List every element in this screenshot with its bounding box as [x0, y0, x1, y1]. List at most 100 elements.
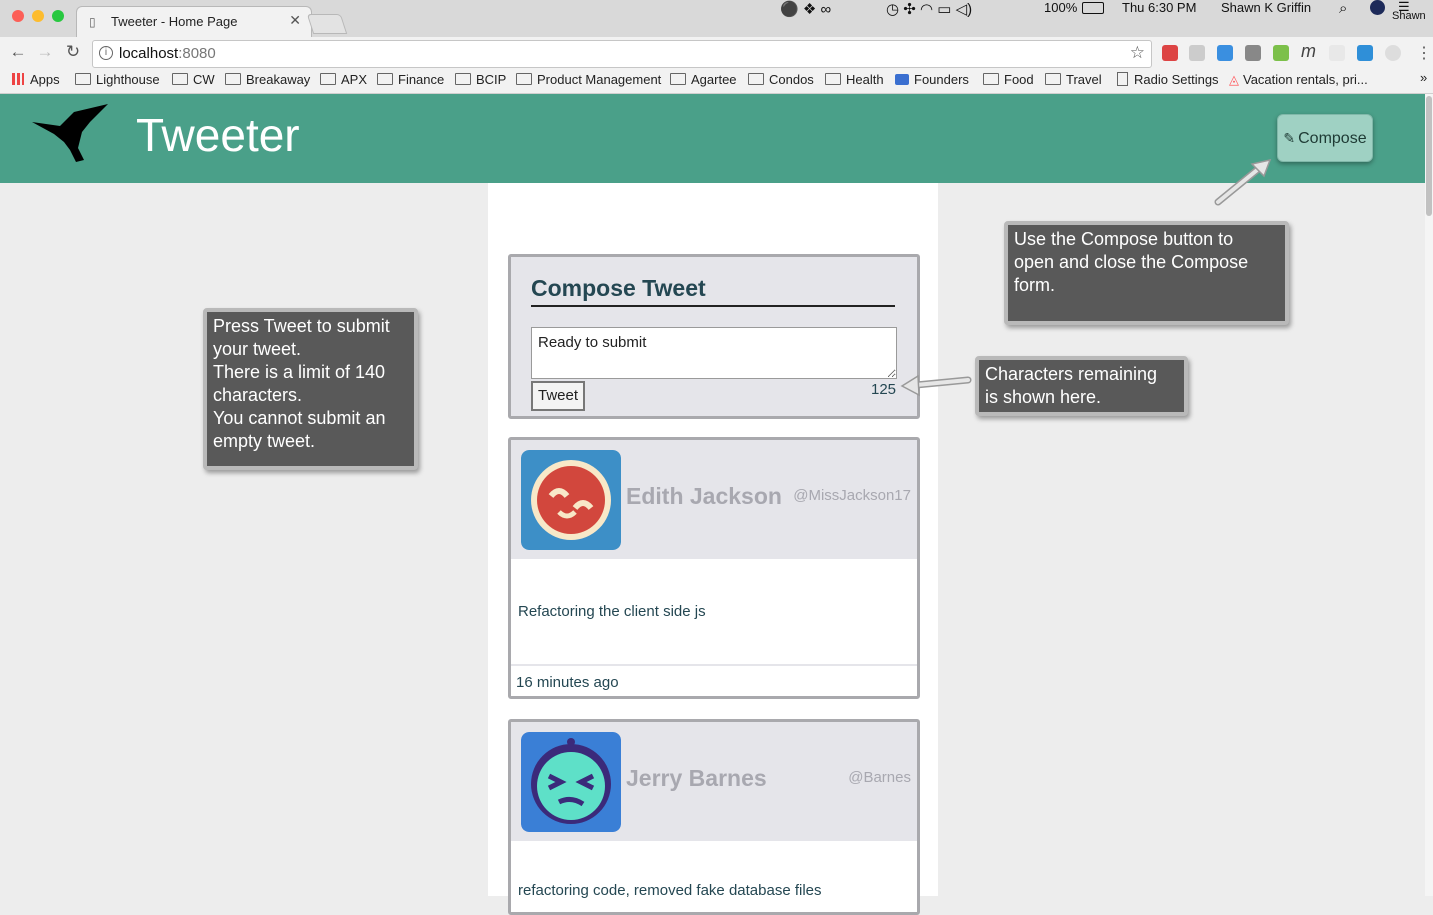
folder-icon	[455, 73, 471, 85]
tweet-text: refactoring code, removed fake database …	[518, 882, 822, 899]
extension-notes-icon[interactable]	[1189, 45, 1205, 61]
counter-pointer-arrow-icon	[900, 374, 972, 397]
bookmark-label: Travel	[1066, 72, 1102, 87]
callout-line: your tweet.	[213, 339, 302, 359]
menubar-user[interactable]: Shawn K Griffin	[1221, 0, 1311, 15]
compose-form: Compose Tweet Ready to submit Tweet 125	[508, 254, 920, 419]
bookmark-label: Breakaway	[246, 72, 311, 87]
profile-name[interactable]: Shawn	[1392, 10, 1426, 22]
bookmark-label: Condos	[769, 72, 814, 87]
user-avatar	[521, 732, 621, 832]
tweet-button[interactable]: Tweet	[531, 381, 585, 411]
callout-line: characters.	[213, 385, 303, 405]
bookmark-star-icon[interactable]: ☆	[1130, 43, 1145, 63]
extension-circle-icon[interactable]	[1385, 45, 1401, 61]
bookmark-vacation-rentals[interactable]: ◬ Vacation rentals, pri...	[1229, 72, 1368, 88]
tweet-author-name: Jerry Barnes	[626, 765, 767, 791]
extension-link-icon[interactable]	[1217, 45, 1233, 61]
callout-line: You cannot submit an	[213, 408, 386, 428]
folder-icon	[516, 73, 532, 85]
bookmark-label: BCIP	[476, 72, 507, 87]
bookmark-folder[interactable]: Travel	[1045, 72, 1102, 87]
bookmark-label: Finance	[398, 72, 445, 87]
extension-chat-icon[interactable]	[1273, 45, 1289, 61]
counter-help-callout: Characters remaining is shown here.	[975, 356, 1188, 416]
extension-m-icon[interactable]: m	[1301, 41, 1316, 62]
bookmark-folder[interactable]: Breakaway	[225, 72, 310, 87]
site-info-icon[interactable]: i	[99, 46, 113, 60]
heading-divider	[531, 305, 895, 307]
url-port: :8080	[178, 45, 216, 62]
bookmark-label: Vacation rentals, pri...	[1243, 72, 1368, 87]
bookmark-folder[interactable]: CW	[172, 72, 215, 87]
folder-icon	[1045, 73, 1061, 85]
compose-button[interactable]: ✎ Compose	[1277, 114, 1373, 162]
callout-line: form.	[1014, 275, 1056, 295]
siri-icon[interactable]	[1370, 0, 1385, 15]
back-arrow-icon[interactable]: ←	[8, 42, 28, 62]
tweet-footer: 16 minutes ago	[511, 664, 917, 696]
extension-calendar-icon[interactable]	[1162, 45, 1178, 61]
close-window-icon[interactable]	[12, 10, 24, 22]
bookmark-folder[interactable]: Finance	[377, 72, 444, 87]
callout-line: Press Tweet to submit	[213, 316, 390, 336]
bookmark-radio-settings[interactable]: Radio Settings	[1117, 72, 1219, 87]
callout-line: Use the Compose button to	[1014, 229, 1234, 249]
compose-heading: Compose Tweet	[531, 275, 706, 301]
bookmark-label: Agartee	[691, 72, 737, 87]
bookmark-folder[interactable]: Food	[983, 72, 1034, 87]
menubar-status-icons[interactable]: ⚫ ❖ ∞	[780, 0, 831, 18]
bookmark-founders[interactable]: Founders	[895, 72, 969, 87]
extension-tools-icon[interactable]	[1245, 45, 1261, 61]
bookmark-folder[interactable]: Lighthouse	[75, 72, 160, 87]
menubar-system-icons[interactable]: ◷ ✣ ◠ ▭ ◁)	[886, 0, 972, 18]
bookmark-apps[interactable]: Apps	[12, 72, 60, 87]
callout-line: open and close the Compose	[1014, 252, 1249, 272]
extension-screen-icon[interactable]	[1357, 45, 1373, 61]
folder-icon	[748, 73, 764, 85]
bookmark-folder[interactable]: Agartee	[670, 72, 737, 87]
close-tab-icon[interactable]: ✕	[289, 12, 301, 29]
folder-icon	[172, 73, 188, 85]
bookmark-label: Health	[846, 72, 884, 87]
browser-toolbar: ← → ↻ i localhost:8080 ☆ m ⋮	[0, 37, 1433, 68]
address-bar[interactable]: i localhost:8080 ☆	[92, 40, 1152, 68]
bookmark-label: Product Management	[537, 72, 662, 87]
edit-icon: ✎	[1283, 130, 1296, 146]
bookmark-label: Food	[1004, 72, 1034, 87]
bookmark-label: Founders	[914, 72, 969, 87]
bookmarks-bar: Apps Lighthouse CW Breakaway APX Finance…	[0, 68, 1433, 94]
forward-arrow-icon[interactable]: →	[35, 42, 55, 62]
minimize-window-icon[interactable]	[32, 10, 44, 22]
bookmark-label: CW	[193, 72, 215, 87]
scrollbar-thumb[interactable]	[1426, 96, 1432, 216]
bookmarks-overflow-chevron-icon[interactable]: »	[1420, 70, 1427, 85]
bookmark-folder[interactable]: APX	[320, 72, 367, 87]
battery-icon[interactable]	[1082, 2, 1104, 14]
folder-icon	[825, 73, 841, 85]
bookmark-folder[interactable]: Health	[825, 72, 884, 87]
bookmark-folder[interactable]: Condos	[748, 72, 814, 87]
browser-menu-icon[interactable]: ⋮	[1416, 43, 1432, 63]
new-tab-button[interactable]	[306, 14, 348, 34]
tweet-card: Jerry Barnes @Barnes refactoring code, r…	[508, 719, 920, 915]
maximize-window-icon[interactable]	[52, 10, 64, 22]
tweet-textarea[interactable]: Ready to submit	[531, 327, 897, 379]
folder-icon	[75, 73, 91, 85]
compose-label: Compose	[1298, 130, 1367, 147]
page-scrollbar[interactable]	[1425, 94, 1433, 896]
tweet-author-handle: @Barnes	[848, 769, 911, 786]
browser-tab[interactable]: ▯ Tweeter - Home Page ✕	[76, 6, 312, 38]
tweet-help-callout: Press Tweet to submit your tweet. There …	[203, 308, 418, 470]
bookmark-folder[interactable]: Product Management	[516, 72, 661, 87]
tab-title: Tweeter - Home Page	[111, 14, 238, 29]
menubar-clock[interactable]: Thu 6:30 PM	[1122, 0, 1196, 15]
reload-icon[interactable]: ↻	[63, 42, 83, 62]
folder-icon	[225, 73, 241, 85]
bookmark-folder[interactable]: BCIP	[455, 72, 506, 87]
extension-blank-icon[interactable]	[1329, 45, 1345, 61]
bookmark-label: Apps	[30, 72, 60, 87]
spotlight-search-icon[interactable]: ⌕	[1339, 0, 1347, 17]
folder-icon	[670, 73, 686, 85]
user-avatar	[521, 450, 621, 550]
